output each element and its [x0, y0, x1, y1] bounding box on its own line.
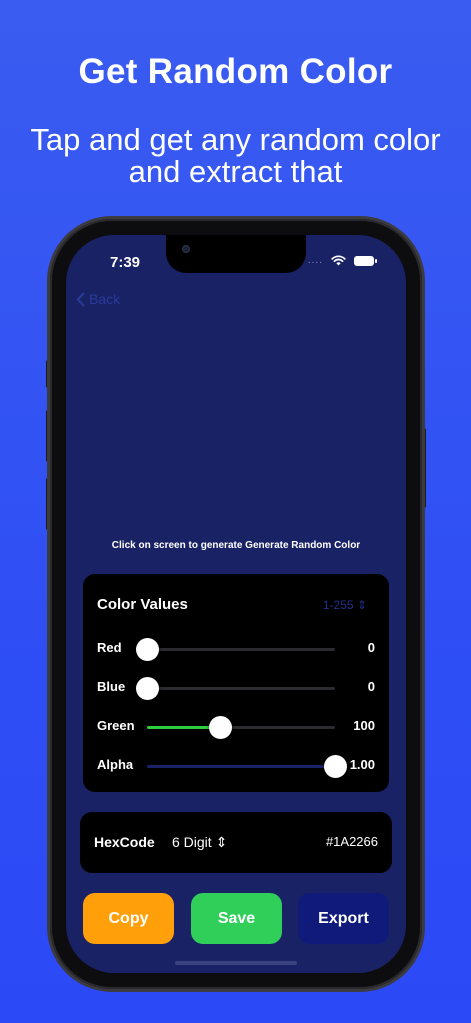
slider-track[interactable] [135, 677, 335, 700]
promo-subline: Tap and get any random color and extract… [30, 122, 441, 189]
slider-value: 0 [367, 679, 375, 694]
status-icons: .... [307, 255, 377, 266]
camera-icon [182, 245, 190, 253]
battery-icon [354, 255, 377, 266]
hexcode-label: HexCode [94, 834, 155, 850]
slider-label: Green [97, 718, 135, 733]
color-values-title: Color Values [97, 596, 188, 613]
slider-label: Red [97, 640, 122, 655]
slider-row-alpha: Alpha 1.00 [97, 751, 375, 781]
slider-track[interactable] [135, 638, 335, 661]
copy-button[interactable]: Copy [83, 893, 174, 944]
phone-power-button [422, 428, 426, 508]
wifi-icon [331, 255, 346, 266]
back-label: Back [89, 291, 121, 307]
slider-value: 100 [353, 718, 375, 733]
chevron-left-icon [76, 292, 85, 306]
range-label: 1-255 [322, 598, 354, 612]
chevron-updown-icon: ⇕ [215, 834, 228, 850]
signal-dots: .... [307, 255, 323, 266]
slider-track[interactable] [147, 716, 335, 739]
slider-value: 0 [367, 640, 375, 655]
status-time: 7:39 [110, 254, 141, 271]
slider-row-red: Red 0 [97, 634, 375, 664]
hex-value[interactable]: #1A2266 [326, 834, 378, 849]
slider-row-blue: Blue 0 [97, 673, 375, 703]
home-indicator [175, 961, 297, 965]
slider-thumb[interactable] [135, 638, 159, 661]
phone-screen[interactable]: 7:39 .... Back Click on screen to genera… [66, 235, 406, 973]
export-button[interactable]: Export [298, 893, 389, 944]
slider-value: 1.00 [349, 757, 375, 772]
notch [166, 235, 306, 273]
slider-thumb[interactable] [208, 716, 232, 739]
range-selector[interactable]: 1-255 ⇕ [323, 598, 367, 612]
digit-mode-selector[interactable]: 6 Digit ⇕ [172, 834, 227, 851]
slider-thumb[interactable] [323, 755, 347, 778]
slider-track[interactable] [147, 755, 347, 778]
slider-thumb[interactable] [135, 677, 159, 700]
slider-fill [147, 765, 335, 768]
color-values-card: Color Values 1-255 ⇕ Red 0 Blue 0 Green [83, 574, 389, 792]
slider-row-green: Green 100 [97, 712, 375, 742]
digit-mode-label: 6 Digit [172, 834, 212, 850]
promo-headline: Get Random Color [78, 52, 393, 91]
save-button[interactable]: Save [191, 893, 282, 944]
slider-label: Alpha [97, 757, 134, 772]
chevron-updown-icon: ⇕ [356, 598, 367, 612]
generate-hint: Click on screen to generate Generate Ran… [111, 540, 361, 551]
back-button[interactable]: Back [76, 291, 120, 307]
slider-label: Blue [97, 679, 126, 694]
hexcode-card: HexCode 6 Digit ⇕ #1A2266 [80, 812, 392, 873]
